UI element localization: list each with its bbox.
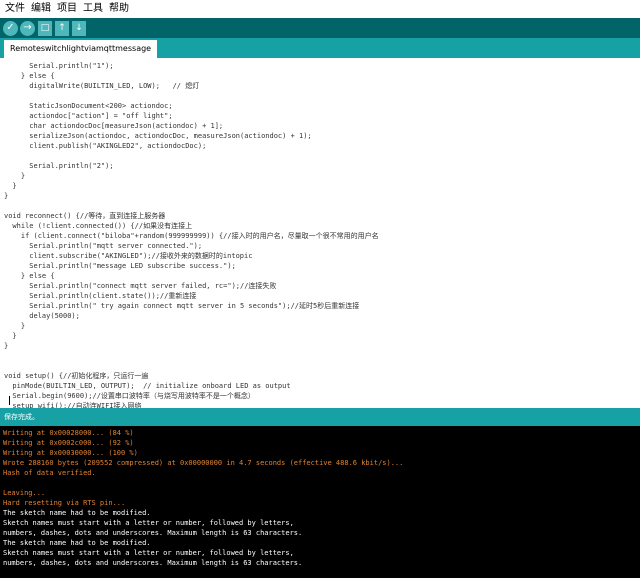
code-line: } [4, 322, 26, 330]
code-line: } else { [4, 72, 55, 80]
console-line: The sketch name had to be modified. [3, 509, 151, 517]
console-line: Writing at 0x0002c000... (92 %) [3, 439, 134, 447]
upload-button[interactable]: → [20, 20, 35, 36]
save-button[interactable]: ↓ [72, 20, 86, 36]
code-line: setup_wifi();//自动连WIFI接入网络 [4, 402, 142, 408]
code-line: } [4, 172, 26, 180]
console-line: The sketch name had to be modified. [3, 539, 151, 547]
new-sketch-button[interactable]: □ [38, 20, 52, 36]
menu-tools[interactable]: 工具 [80, 0, 106, 18]
menu-sketch[interactable]: 项目 [54, 0, 80, 18]
menu-help[interactable]: 帮助 [106, 0, 132, 18]
code-line: if (client.connect("biloba"+random(99999… [4, 232, 379, 240]
arrow-down-icon: ↓ [75, 22, 83, 33]
open-button[interactable]: ↑ [55, 20, 69, 36]
console-line: numbers, dashes, dots and underscores. M… [3, 529, 303, 537]
code-line: Serial.println("2"); [4, 162, 114, 170]
code-line: Serial.println(" try again connect mqtt … [4, 302, 360, 310]
status-message: 保存完成。 [4, 413, 39, 421]
code-line: } [4, 332, 17, 340]
code-line: client.publish("AKINGLED2", actiondocDoc… [4, 142, 207, 150]
console-line: Writing at 0x00030000... (100 %) [3, 449, 138, 457]
code-line: pinMode(BUILTIN_LED, OUTPUT); // initial… [4, 382, 291, 390]
tab-sketch[interactable]: Remoteswitchlightviamqttmessage [4, 40, 158, 58]
console-line: Writing at 0x00028000... (84 %) [3, 429, 134, 437]
code-line: StaticJsonDocument<200> actiondoc; [4, 102, 173, 110]
text-cursor [9, 396, 10, 405]
code-line: Serial.println(client.state());//重新连接 [4, 292, 197, 300]
console-line: Sketch names must start with a letter or… [3, 519, 294, 527]
code-line: Serial.begin(9600);//设置串口波特率（与烧写用波特率不是一个… [4, 392, 255, 400]
code-line: void setup() {//初始化程序，只运行一遍 [4, 372, 149, 380]
arrow-up-icon: ↑ [58, 22, 66, 33]
code-line: } else { [4, 272, 55, 280]
output-console[interactable]: Writing at 0x00028000... (84 %) Writing a… [0, 426, 640, 578]
code-line: digitalWrite(BUILTIN_LED, LOW); // 熄灯 [4, 82, 200, 90]
menu-edit[interactable]: 编辑 [28, 0, 54, 18]
console-line: Sketch names must start with a letter or… [3, 549, 294, 557]
menu-file[interactable]: 文件 [2, 0, 28, 18]
console-line: Leaving... [3, 489, 46, 497]
code-line: delay(5000); [4, 312, 80, 320]
code-line: } [4, 182, 17, 190]
code-line: } [4, 342, 9, 350]
code-line: Serial.println("connect mqtt server fail… [4, 282, 277, 290]
new-file-icon: □ [40, 22, 50, 33]
console-line: numbers, dashes, dots and underscores. M… [3, 559, 303, 567]
code-line: while (!client.connected()) {//如果没有连接上 [4, 222, 193, 230]
code-line: serializeJson(actiondoc, actiondocDoc, m… [4, 132, 312, 140]
code-line: Serial.println("mqtt server connected.")… [4, 242, 203, 250]
tab-bar: Remoteswitchlightviamqttmessage [0, 38, 640, 58]
status-bar: 保存完成。 [0, 408, 640, 426]
verify-button[interactable]: ✓ [3, 20, 18, 36]
code-line: void reconnect() {//等待，直到连接上服务器 [4, 212, 166, 220]
code-line: char actiondocDoc[measureJson(actiondoc)… [4, 122, 224, 130]
code-line: Serial.println("message LED subscribe su… [4, 262, 236, 270]
console-line: Hash of data verified. [3, 469, 96, 477]
code-line: } [4, 192, 9, 200]
console-line: Wrote 288160 bytes (209552 compressed) a… [3, 459, 404, 467]
code-editor[interactable]: Serial.println("1"); } else { digitalWri… [0, 58, 640, 408]
code-line: Serial.println("1"); [4, 62, 114, 70]
toolbar: ✓ → □ ↑ ↓ [0, 18, 640, 38]
check-icon: ✓ [6, 22, 15, 33]
arrow-right-icon: → [23, 22, 32, 33]
code-line: actiondoc["action"] = "off light"; [4, 112, 173, 120]
code-line: client.subscribe("AKINGLED");//接收外来的数据时的… [4, 252, 253, 260]
console-line: Hard resetting via RTS pin... [3, 499, 126, 507]
menu-bar: 文件 编辑 项目 工具 帮助 [0, 0, 640, 18]
